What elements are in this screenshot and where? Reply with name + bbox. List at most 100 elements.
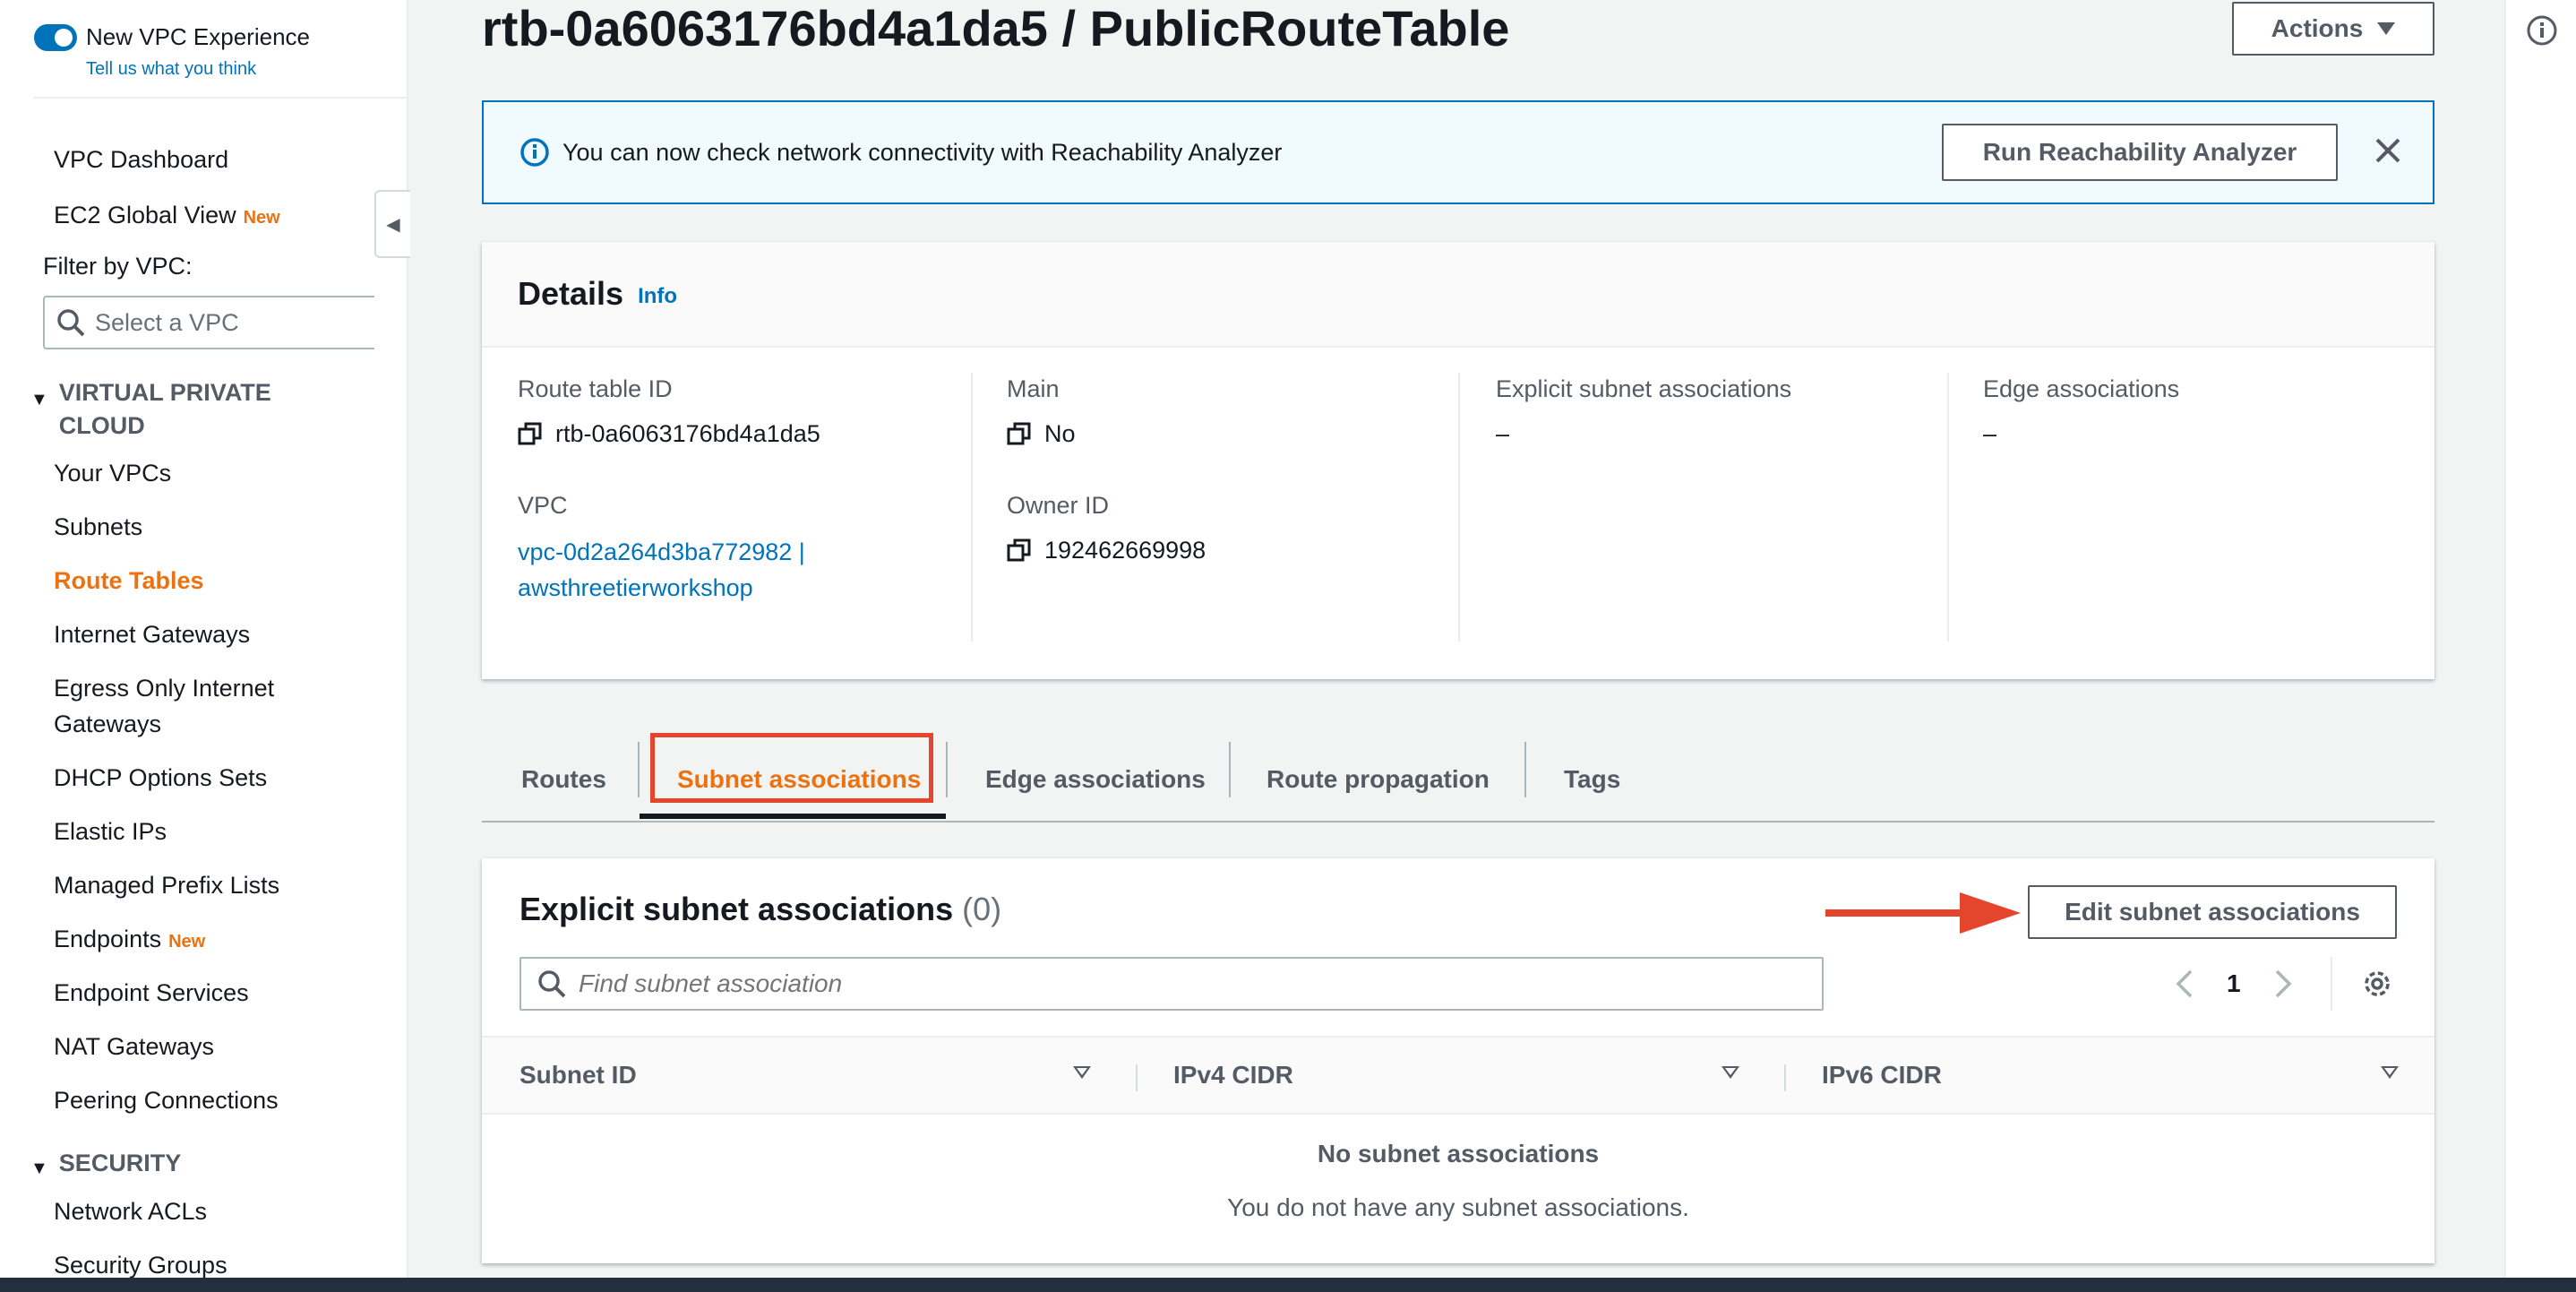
tab-tags[interactable]: Tags: [1564, 756, 1620, 803]
column-divider: [1136, 1064, 1138, 1091]
empty-state-title: No subnet associations: [1317, 1140, 1600, 1167]
sidebar-item-your-vpcs[interactable]: Your VPCs: [54, 455, 171, 491]
sidebar-item-endpoints[interactable]: Endpoints New: [54, 921, 205, 960]
table-header: Subnet ID IPv4 CIDR IPv6 CIDR: [482, 1036, 2434, 1115]
sidebar-divider: [34, 97, 408, 99]
info-icon: [520, 138, 549, 167]
info-link[interactable]: Info: [638, 284, 677, 309]
copy-icon[interactable]: [1007, 538, 1032, 563]
active-tab-underline: [640, 814, 946, 819]
annotation-highlight-box: [650, 733, 933, 803]
help-panel-rail: [2504, 0, 2576, 1278]
sidebar-item-subnets[interactable]: Subnets: [54, 509, 142, 545]
details-column-2: Main No Owner ID 192462669998: [1007, 373, 1455, 642]
main-value: No: [1007, 418, 1455, 450]
search-icon: [538, 970, 566, 998]
details-column-4: Edge associations –: [1983, 373, 2413, 642]
sidebar-item-nat-gateways[interactable]: NAT Gateways: [54, 1029, 214, 1064]
owner-id-label: Owner ID: [1007, 492, 1110, 519]
caret-down-icon: ▼: [30, 390, 48, 409]
flash-message: You can now check network connectivity w…: [562, 138, 1283, 166]
caret-down-icon: ▼: [30, 1158, 48, 1178]
tab-routes[interactable]: Routes: [521, 756, 606, 803]
explicit-subnet-associations-label: Explicit subnet associations: [1496, 375, 1792, 402]
column-divider: [1784, 1064, 1786, 1091]
column-header-ipv6-cidr[interactable]: IPv6 CIDR: [1822, 1038, 1942, 1113]
new-vpc-experience-toggle-row: New VPC Experience: [34, 23, 310, 51]
associations-count: (0): [962, 891, 1002, 927]
run-reachability-analyzer-button[interactable]: Run Reachability Analyzer: [1942, 124, 2338, 181]
sidebar-item-endpoint-services[interactable]: Endpoint Services: [54, 975, 249, 1011]
sidebar: New VPC Experience Tell us what you thin…: [0, 0, 410, 1279]
caret-left-icon: ◀: [386, 214, 400, 235]
section-virtual-private-cloud[interactable]: ▼ VIRTUAL PRIVATE CLOUD: [30, 376, 271, 443]
vpc-filter-placeholder: Select a VPC: [95, 308, 239, 336]
bottom-bar: [0, 1278, 2576, 1292]
new-badge: New: [243, 208, 280, 228]
annotation-arrow-icon: [1825, 892, 2021, 934]
chevron-right-icon[interactable]: [2273, 969, 2293, 999]
column-divider: [1458, 373, 1460, 642]
route-table-id-value: rtb-0a6063176bd4a1da5: [518, 418, 966, 450]
page-title: rtb-0a6063176bd4a1da5 / PublicRouteTable: [482, 0, 1510, 56]
column-divider: [971, 373, 973, 642]
vpc-filter-select[interactable]: Select a VPC: [43, 296, 374, 349]
sidebar-item-internet-gateways[interactable]: Internet Gateways: [54, 616, 250, 652]
tab-divider: [638, 742, 640, 797]
pagination: 1: [2175, 959, 2293, 1009]
column-header-subnet-id[interactable]: Subnet ID: [519, 1038, 637, 1113]
sidebar-item-vpc-dashboard[interactable]: VPC Dashboard: [54, 142, 228, 177]
sidebar-item-elastic-ips[interactable]: Elastic IPs: [54, 814, 167, 849]
route-table-id-label: Route table ID: [518, 375, 673, 402]
details-column-1: Route table ID rtb-0a6063176bd4a1da5 VPC…: [518, 373, 966, 642]
vpc-link[interactable]: vpc-0d2a264d3ba772982 | awsthreetierworks…: [518, 534, 966, 606]
tab-edge-associations[interactable]: Edge associations: [985, 756, 1206, 803]
close-icon[interactable]: [2372, 134, 2404, 167]
reachability-flash-banner: You can now check network connectivity w…: [482, 100, 2434, 204]
sidebar-item-network-acls[interactable]: Network ACLs: [54, 1193, 207, 1229]
associations-title: Explicit subnet associations (0): [519, 891, 1002, 927]
pagination-divider: [2331, 957, 2332, 1011]
section-security[interactable]: ▼ SECURITY: [30, 1147, 181, 1185]
column-divider: [1947, 373, 1949, 642]
find-subnet-association-search[interactable]: [519, 957, 1824, 1011]
caret-down-icon: [2377, 22, 2396, 35]
sidebar-item-egress-only-internet-gateways[interactable]: Egress Only Internet Gateways: [54, 670, 274, 742]
sidebar-item-dhcp-options-sets[interactable]: DHCP Options Sets: [54, 760, 267, 796]
tab-divider: [1229, 742, 1231, 797]
details-title: Details: [518, 275, 624, 312]
actions-button[interactable]: Actions: [2232, 2, 2434, 56]
sort-icon[interactable]: [1073, 1066, 1091, 1079]
column-header-ipv4-cidr[interactable]: IPv4 CIDR: [1173, 1038, 1293, 1113]
edge-associations-value: –: [1983, 420, 1997, 447]
gear-icon[interactable]: [2361, 968, 2393, 1000]
copy-icon[interactable]: [518, 421, 543, 446]
sort-icon[interactable]: [1722, 1066, 1739, 1079]
details-panel: Details Info Route table ID rtb-0a606317…: [482, 242, 2434, 679]
search-input[interactable]: [579, 969, 1743, 998]
toggle-label: New VPC Experience: [86, 23, 310, 50]
new-vpc-experience-toggle[interactable]: [34, 23, 77, 51]
feedback-link[interactable]: Tell us what you think: [86, 59, 256, 80]
copy-icon[interactable]: [1007, 421, 1032, 446]
explicit-subnet-associations-value: –: [1496, 420, 1510, 447]
current-page[interactable]: 1: [2227, 969, 2241, 998]
tab-route-propagation[interactable]: Route propagation: [1267, 756, 1490, 803]
sidebar-item-peering-connections[interactable]: Peering Connections: [54, 1082, 279, 1118]
sidebar-item-route-tables[interactable]: Route Tables: [54, 563, 204, 599]
edit-subnet-associations-button[interactable]: Edit subnet associations: [2028, 885, 2397, 939]
edge-associations-label: Edge associations: [1983, 375, 2180, 402]
chevron-left-icon[interactable]: [2175, 969, 2194, 999]
sort-icon[interactable]: [2381, 1066, 2399, 1079]
details-header: Details Info: [482, 242, 2434, 348]
tab-divider: [1524, 742, 1526, 797]
empty-state-description: You do not have any subnet associations.: [1227, 1193, 1689, 1221]
collapse-sidebar-button[interactable]: ◀: [374, 190, 410, 258]
search-icon: [57, 309, 85, 337]
subnet-associations-panel: Explicit subnet associations (0) Edit su…: [482, 858, 2434, 1263]
filter-label: Filter by VPC:: [43, 253, 193, 280]
sidebar-item-ec2-global-view[interactable]: EC2 Global View New: [54, 197, 280, 236]
sidebar-item-managed-prefix-lists[interactable]: Managed Prefix Lists: [54, 867, 279, 903]
vpc-label: VPC: [518, 492, 568, 519]
info-icon[interactable]: [2526, 14, 2558, 47]
